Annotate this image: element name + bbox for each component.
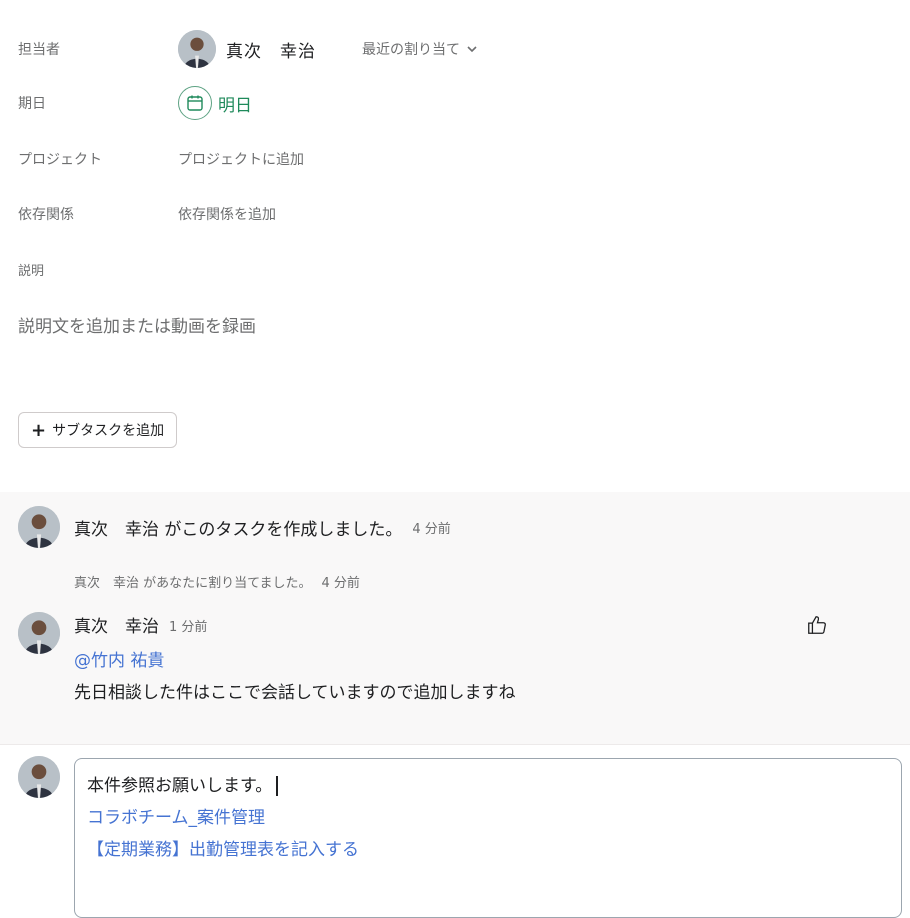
avatar[interactable] [18,506,60,548]
activity-created-time[interactable]: 4 分前 [412,518,450,537]
avatar[interactable] [18,612,60,654]
composer-task-link[interactable]: 【定期業務】出勤管理表を記入する [87,835,359,860]
composer-line-1: 本件参照お願いします。 [87,771,279,796]
comment-time[interactable]: 1 分前 [169,616,207,635]
due-date-value[interactable]: 明日 [218,91,252,116]
activity-created: 真次 幸治 がこのタスクを作成しました。 4 分前 [18,506,451,548]
thumbs-up-icon[interactable] [806,614,828,636]
chevron-down-icon [467,46,477,53]
dependencies-row: 依存関係 依存関係を追加 [18,204,276,224]
comment-author[interactable]: 真次 幸治 [74,612,159,637]
text-caret [276,776,279,796]
project-row: プロジェクト プロジェクトに追加 [18,149,304,169]
assignee-label: 担当者 [18,42,60,58]
avatar[interactable] [18,756,60,798]
add-dependency-button[interactable]: 依存関係を追加 [178,204,276,224]
add-project-button[interactable]: プロジェクトに追加 [178,149,304,169]
activity-assigned-text: 真次 幸治 があなたに割り当てました。 [74,576,312,591]
due-date-row: 期日 明日 [18,86,252,120]
add-subtask-button[interactable]: + サブタスクを追加 [18,412,178,448]
assignee-name[interactable]: 真次 幸治 [226,37,316,62]
dependencies-label: 依存関係 [18,207,74,223]
add-subtask-label: サブタスクを追加 [52,423,165,439]
activity-feed: 真次 幸治 がこのタスクを作成しました。 4 分前 真次 幸治 があなたに割り当… [0,492,910,745]
activity-created-text: 真次 幸治 がこのタスクを作成しました。 [74,519,403,540]
activity-assigned: 真次 幸治 があなたに割り当てました。 4 分前 [74,572,360,591]
avatar[interactable] [178,30,216,68]
description-label: 説明 [18,264,45,279]
comment-body: 先日相談した件はここで会話していますので追加しますね [74,683,516,703]
assignee-row: 担当者 真次 幸治 最近の割り当て [18,30,478,68]
comment-mention[interactable]: @竹内 祐貴 [74,646,164,671]
composer-text: 本件参照お願いします。 [87,776,273,796]
due-date-label: 期日 [18,96,46,112]
plus-icon: + [31,419,47,441]
project-label: プロジェクト [18,152,102,168]
comment-composer[interactable]: 本件参照お願いします。 コラボチーム_案件管理 【定期業務】出勤管理表を記入する [74,758,902,918]
recent-assign-dropdown[interactable]: 最近の割り当て [362,39,478,59]
description-field[interactable]: 説明文を追加または動画を録画 [18,312,256,337]
calendar-icon[interactable] [178,86,212,120]
activity-assigned-time[interactable]: 4 分前 [321,572,359,591]
recent-assign-label: 最近の割り当て [362,42,460,58]
composer-project-link[interactable]: コラボチーム_案件管理 [87,803,265,828]
